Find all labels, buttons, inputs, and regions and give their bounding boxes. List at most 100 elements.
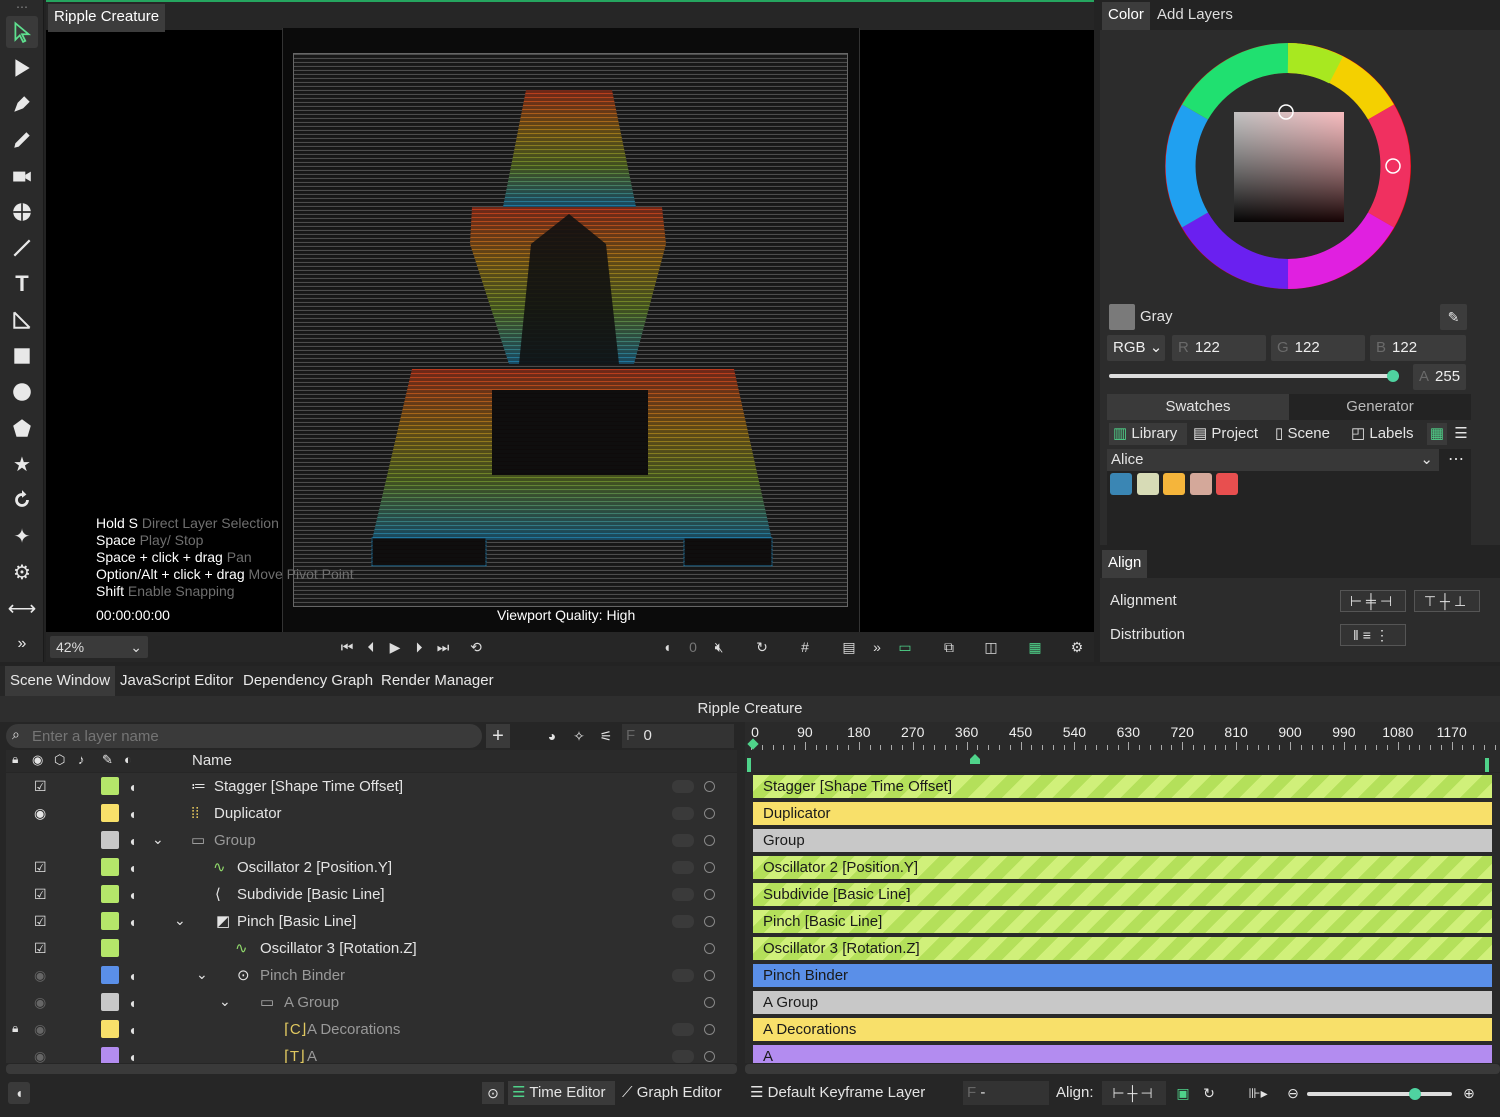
swatch[interactable] <box>1110 473 1132 495</box>
timeline-bar[interactable]: A Group <box>753 991 1492 1014</box>
timeline-bar[interactable]: Group <box>753 829 1492 852</box>
frame-field[interactable]: F 0 <box>622 724 734 748</box>
chevron-down-icon[interactable]: ⌄ <box>196 966 208 983</box>
layers-icon[interactable]: ⧉ <box>938 636 960 658</box>
keyframe-nav[interactable] <box>672 969 694 982</box>
chevron-down-icon[interactable]: ⌄ <box>152 831 164 848</box>
layer-row[interactable]: ☑ ◖ ∿ Oscillator 2 [Position.Y] <box>6 854 737 881</box>
grid-view-icon[interactable]: ▦ <box>1427 423 1447 445</box>
keyframe-nav[interactable] <box>672 807 694 820</box>
tab-color[interactable]: Color <box>1102 2 1150 30</box>
record-icon[interactable] <box>704 862 715 873</box>
check-icon[interactable]: ☑ <box>34 778 47 795</box>
more-options-icon[interactable]: ⋯ <box>1448 449 1464 469</box>
sparkle-icon[interactable]: ✦ <box>6 520 38 552</box>
layer-row[interactable]: 🔒︎ ◉ ◖ ⌈C⌋ A Decorations <box>6 1016 737 1043</box>
pen-icon[interactable] <box>6 88 38 120</box>
keyframe-layer-select[interactable]: ☰ Default Keyframe Layer <box>750 1081 955 1105</box>
expand-chevron-icon[interactable]: » <box>6 628 38 660</box>
tab-render-manager[interactable]: Render Manager <box>376 666 499 696</box>
camera-icon[interactable] <box>6 160 38 192</box>
search-input[interactable] <box>32 726 472 746</box>
direct-select-icon[interactable] <box>6 52 38 84</box>
keyframe-icon[interactable]: ◖ <box>8 1082 30 1104</box>
source-labels[interactable]: ◰ Labels <box>1351 423 1414 445</box>
eye-icon[interactable]: ◉ <box>34 805 46 822</box>
play-icon[interactable]: ▶ <box>384 636 406 658</box>
polygon-icon[interactable] <box>6 412 38 444</box>
visibility-toggle-icon[interactable]: ◖ <box>128 1049 136 1063</box>
check-icon[interactable]: ☑ <box>34 886 47 903</box>
current-color-swatch[interactable] <box>1109 304 1135 330</box>
distribute-icons[interactable]: ‖≡⋮ <box>1340 624 1406 646</box>
add-layer-icon[interactable]: + <box>486 724 510 748</box>
lock-icon[interactable]: 🔒︎ <box>12 1021 18 1036</box>
fast-forward-icon[interactable]: » <box>866 636 888 658</box>
timeline-bar[interactable]: Subdivide [Basic Line] <box>753 883 1492 906</box>
layer-color-chip[interactable] <box>101 993 119 1011</box>
snap-icon[interactable]: ↻ <box>1198 1081 1220 1105</box>
pencil-icon[interactable] <box>6 124 38 156</box>
line-tool-icon[interactable] <box>6 232 38 264</box>
step-back-icon[interactable]: ⏴ <box>360 636 382 658</box>
visibility-toggle-icon[interactable]: ◖ <box>128 833 136 849</box>
tab-swatches[interactable]: Swatches <box>1107 394 1289 420</box>
keyframe-nav[interactable] <box>672 1050 694 1063</box>
visibility-toggle-icon[interactable]: ◖ <box>128 860 136 876</box>
align-horizontal-icons[interactable]: ⊢╪⊣ <box>1340 590 1406 612</box>
visibility-toggle-icon[interactable]: ◖ <box>128 995 136 1011</box>
tab-align[interactable]: Align <box>1102 550 1148 578</box>
keyframe-nav[interactable] <box>672 1023 694 1036</box>
layer-row[interactable]: ☑ ◖ ⌄ ◩ Pinch [Basic Line] <box>6 908 737 935</box>
layer-color-chip[interactable] <box>101 912 119 930</box>
visibility-toggle-icon[interactable]: ◖ <box>128 806 136 822</box>
zoom-select[interactable]: 42% ⌄ <box>50 636 148 658</box>
keyframe-frame-field[interactable]: F - <box>963 1081 1049 1105</box>
timeline-bar[interactable]: Oscillator 2 [Position.Y] <box>753 856 1492 879</box>
keyframe-toggle-icon[interactable]: ◖ <box>656 636 678 658</box>
swatch[interactable] <box>1137 473 1159 495</box>
visibility-toggle-icon[interactable]: ◖ <box>128 887 136 903</box>
eyedropper-icon[interactable]: ✎ <box>1440 304 1467 330</box>
keyframe-nav[interactable] <box>672 780 694 793</box>
timeline-zoom-slider[interactable] <box>1307 1088 1452 1100</box>
keyframe-nav[interactable] <box>672 861 694 874</box>
alpha-slider[interactable] <box>1109 370 1400 382</box>
alpha-slider-handle[interactable] <box>1387 370 1400 382</box>
record-icon[interactable] <box>704 1024 715 1035</box>
gear-icon[interactable]: ⚙ <box>6 556 38 588</box>
layer-color-chip[interactable] <box>101 966 119 984</box>
rotate-icon[interactable] <box>6 484 38 516</box>
red-field[interactable]: R 122 <box>1172 335 1266 361</box>
swatch[interactable] <box>1163 473 1185 495</box>
timeline-bar[interactable]: A Decorations <box>753 1018 1492 1041</box>
waveform-icon[interactable]: ⊪▸ <box>1238 1081 1278 1105</box>
effects-icon[interactable]: ✧ <box>567 724 591 748</box>
align-vertical-icons[interactable]: ⊤┼⊥ <box>1414 590 1480 612</box>
layer-row[interactable]: ◉ ◖ ⌈T⌋ A <box>6 1043 737 1063</box>
timeline-bar[interactable]: A <box>753 1045 1492 1063</box>
timeline-bar[interactable]: Stagger [Shape Time Offset] <box>753 775 1492 798</box>
layer-color-chip[interactable] <box>101 831 119 849</box>
layer-row[interactable]: ☑ ◖ ⟨ Subdivide [Basic Line] <box>6 881 737 908</box>
tab-dependency-graph[interactable]: Dependency Graph <box>238 666 378 696</box>
timeline-bar[interactable]: Oscillator 3 [Rotation.Z] <box>753 937 1492 960</box>
timeline-bar[interactable]: Duplicator <box>753 802 1492 825</box>
record-toggle-icon[interactable]: ⊙ <box>482 1082 504 1104</box>
viewer-settings-icon[interactable]: ⚙ <box>1066 636 1088 658</box>
chevron-down-icon[interactable]: ⌄ <box>174 912 186 929</box>
tab-ripple-creature[interactable]: Ripple Creature <box>48 4 166 32</box>
check-icon[interactable]: ☑ <box>34 859 47 876</box>
source-scene[interactable]: ▯ Scene <box>1275 423 1330 445</box>
work-area-end[interactable] <box>1485 758 1489 772</box>
layer-color-chip[interactable] <box>101 1020 119 1038</box>
step-forward-icon[interactable]: ⏵ <box>408 636 430 658</box>
record-icon[interactable] <box>704 781 715 792</box>
visibility-toggle-icon[interactable]: ◖ <box>128 968 136 984</box>
visibility-toggle-icon[interactable]: ◖ <box>128 914 136 930</box>
blue-field[interactable]: B 122 <box>1370 335 1466 361</box>
timeline-scrollbar[interactable] <box>745 1064 1500 1074</box>
keyframe-nav[interactable] <box>672 888 694 901</box>
keyframe-align-icons[interactable]: ⊢┼⊣ <box>1102 1081 1166 1105</box>
layer-color-chip[interactable] <box>101 939 119 957</box>
